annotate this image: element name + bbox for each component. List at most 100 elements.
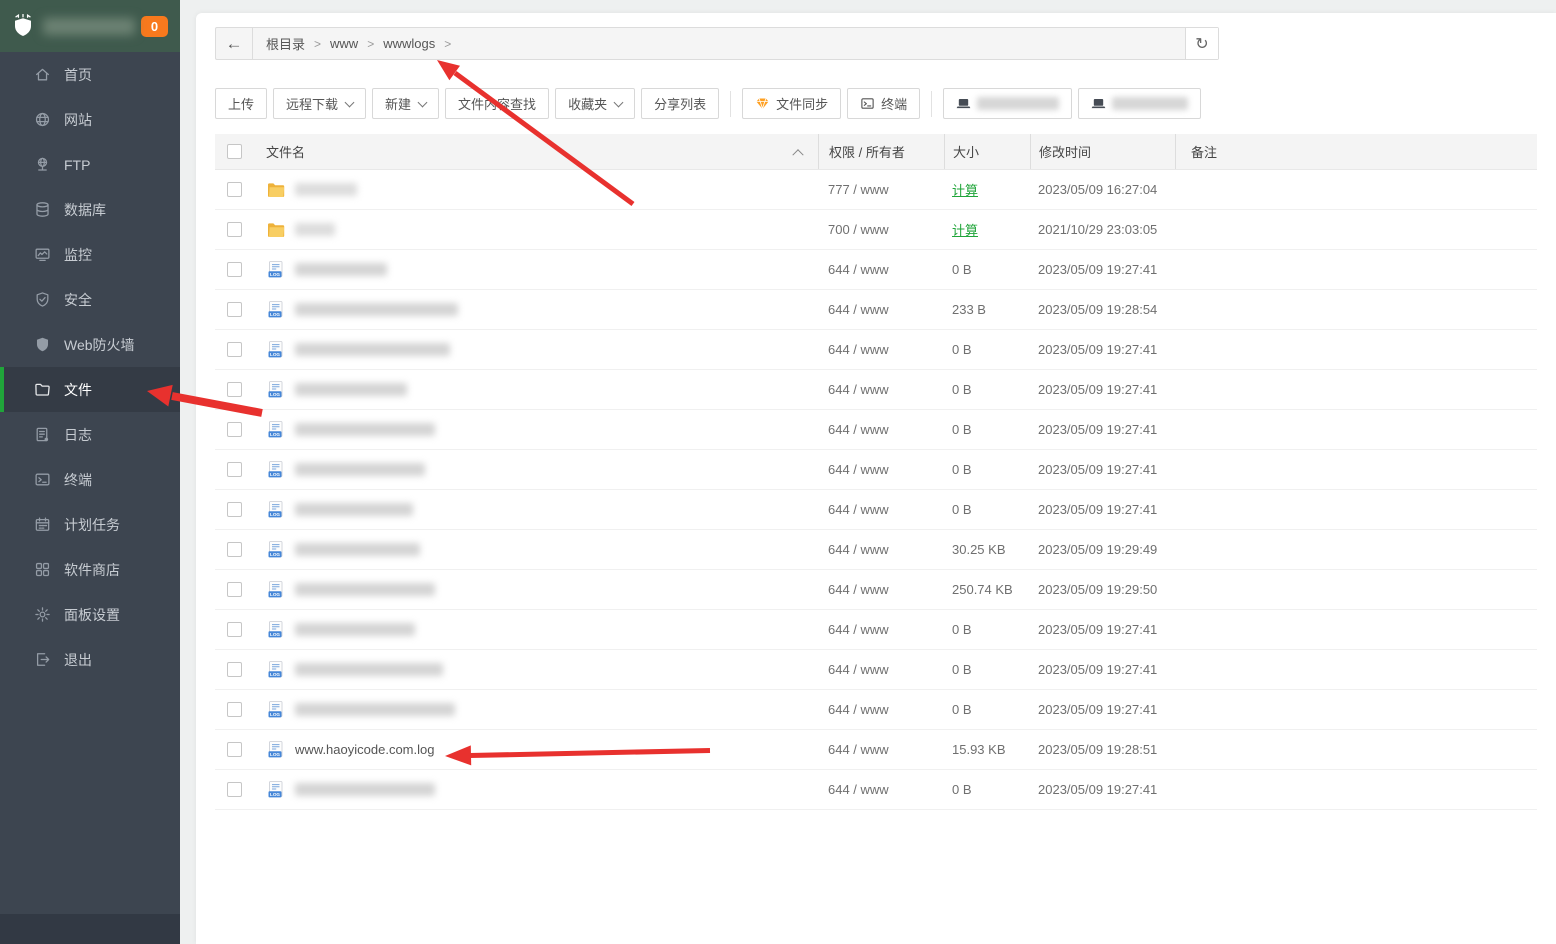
column-header-modified[interactable]: 修改时间 [1030,134,1175,169]
sidebar-item-cron[interactable]: 计划任务 [0,502,180,547]
toolbar-new-button[interactable]: 新建 [372,88,440,119]
size-cell: 233 B [952,302,986,317]
redacted-file-name[interactable] [295,303,458,316]
sidebar-item-logs[interactable]: 日志 [0,412,180,457]
size-cell: 0 B [952,262,972,277]
back-button[interactable]: ← [216,28,253,59]
file-name-cell: LOG [262,700,818,720]
breadcrumb-item[interactable]: 根目录 [266,34,305,53]
row-checkbox[interactable] [227,462,242,477]
sidebar-item-label: 终端 [64,471,92,488]
sidebar-item-database[interactable]: 数据库 [0,187,180,232]
sidebar-item-label: FTP [64,156,91,173]
checkbox-cell [215,222,262,237]
redacted-file-name[interactable] [295,503,413,516]
calculate-size-link[interactable]: 计算 [952,180,978,199]
toolbar-upload-button[interactable]: 上传 [215,88,268,119]
sidebar-item-label: 文件 [64,381,92,398]
row-checkbox[interactable] [227,662,242,677]
sidebar-item-appstore[interactable]: 软件商店 [0,547,180,592]
permission-owner-cell: 644 / www [828,382,889,397]
sidebar-item-ftp[interactable]: FTP [0,142,180,187]
toolbar-content-search-button[interactable]: 文件内容查找 [445,88,550,119]
redacted-file-name[interactable] [295,223,335,236]
redacted-file-name[interactable] [295,783,435,796]
redacted-file-name[interactable] [295,263,387,276]
row-checkbox[interactable] [227,702,242,717]
sidebar-item-files[interactable]: 文件 [0,367,180,412]
row-checkbox[interactable] [227,742,242,757]
row-checkbox[interactable] [227,262,242,277]
redacted-file-name[interactable] [295,583,435,596]
modified-time-cell: 2023/05/09 19:27:41 [1038,382,1158,397]
redacted-file-name[interactable] [295,343,450,356]
row-checkbox[interactable] [227,302,242,317]
sidebar-item-label: 网站 [64,111,92,128]
redacted-file-name[interactable] [295,183,357,196]
permission-owner-cell: 644 / www [828,302,889,317]
file-name[interactable]: www.haoyicode.com.log [295,742,434,757]
calculate-size-link[interactable]: 计算 [952,220,978,239]
size-cell: 30.25 KB [952,542,1006,557]
toolbar-file-sync-button[interactable]: 文件同步 [742,88,842,119]
sort-chevron-up-icon[interactable] [792,148,804,160]
toolbar-share-list-button[interactable]: 分享列表 [641,88,720,119]
log-file-icon: LOG [266,620,286,640]
row-checkbox[interactable] [227,622,242,637]
size-cell: 15.93 KB [952,742,1006,757]
row-checkbox[interactable] [227,222,242,237]
column-header-permissions[interactable]: 权限 / 所有者 [818,134,944,169]
modified-time-cell: 2023/05/09 16:27:04 [1038,182,1158,197]
toolbar-terminal-button[interactable]: 终端 [847,88,921,119]
redacted-file-name[interactable] [295,423,435,436]
logout-icon [34,651,51,668]
table-row: LOG 644 / www 0 B 2023/05/09 19:27:41 [215,330,1537,370]
message-count-badge[interactable]: 0 [141,15,168,37]
chevron-down-icon [613,97,624,107]
sidebar-item-security[interactable]: 安全 [0,277,180,322]
modified-time-cell: 2023/05/09 19:29:49 [1038,542,1158,557]
refresh-button[interactable]: ↻ [1185,28,1218,59]
row-checkbox[interactable] [227,782,242,797]
redacted-file-name[interactable] [295,623,415,636]
sidebar-item-terminal[interactable]: 终端 [0,457,180,502]
column-header-filename[interactable]: 文件名 [262,134,818,169]
redacted-file-name[interactable] [295,663,443,676]
toolbar-redacted-2-button[interactable] [1078,88,1202,119]
sidebar-item-logout[interactable]: 退出 [0,637,180,682]
redacted-file-name[interactable] [295,463,425,476]
column-header-note: 备注 [1175,134,1537,169]
modified-time-cell: 2021/10/29 23:03:05 [1038,222,1158,237]
toolbar-remote-download-button[interactable]: 远程下载 [273,88,367,119]
row-checkbox[interactable] [227,582,242,597]
redacted-file-name[interactable] [295,543,420,556]
toolbar-redacted-1-button[interactable] [943,88,1073,119]
svg-text:LOG: LOG [270,512,280,517]
sidebar-item-waf[interactable]: Web防火墙 [0,322,180,367]
sidebar-item-settings[interactable]: 面板设置 [0,592,180,637]
size-cell: 0 B [952,422,972,437]
sidebar-item-home[interactable]: 首页 [0,52,180,97]
redacted-file-name[interactable] [295,703,455,716]
row-checkbox[interactable] [227,502,242,517]
toolbar-button-label: 上传 [228,97,255,112]
permission-owner-cell: 700 / www [828,222,889,237]
toolbar-favorites-button[interactable]: 收藏夹 [555,88,636,119]
row-checkbox[interactable] [227,422,242,437]
redacted-file-name[interactable] [295,383,407,396]
file-table: 文件名 权限 / 所有者 大小 修改时间 备注 777 / www 计算 2023/… [215,134,1537,810]
breadcrumb-item[interactable]: www [330,36,358,51]
row-checkbox[interactable] [227,342,242,357]
row-checkbox[interactable] [227,542,242,557]
sidebar-item-monitor[interactable]: 监控 [0,232,180,277]
column-header-size[interactable]: 大小 [944,134,1030,169]
sidebar-item-label: 安全 [64,291,92,308]
sidebar-item-site[interactable]: 网站 [0,97,180,142]
file-name-cell: LOG [262,420,818,440]
row-checkbox[interactable] [227,182,242,197]
toolbar-button-label: 文件内容查找 [458,97,537,112]
row-checkbox[interactable] [227,382,242,397]
sidebar-item-label: 计划任务 [64,516,120,533]
breadcrumb-item[interactable]: wwwlogs [383,36,435,51]
select-all-checkbox[interactable] [227,144,242,159]
